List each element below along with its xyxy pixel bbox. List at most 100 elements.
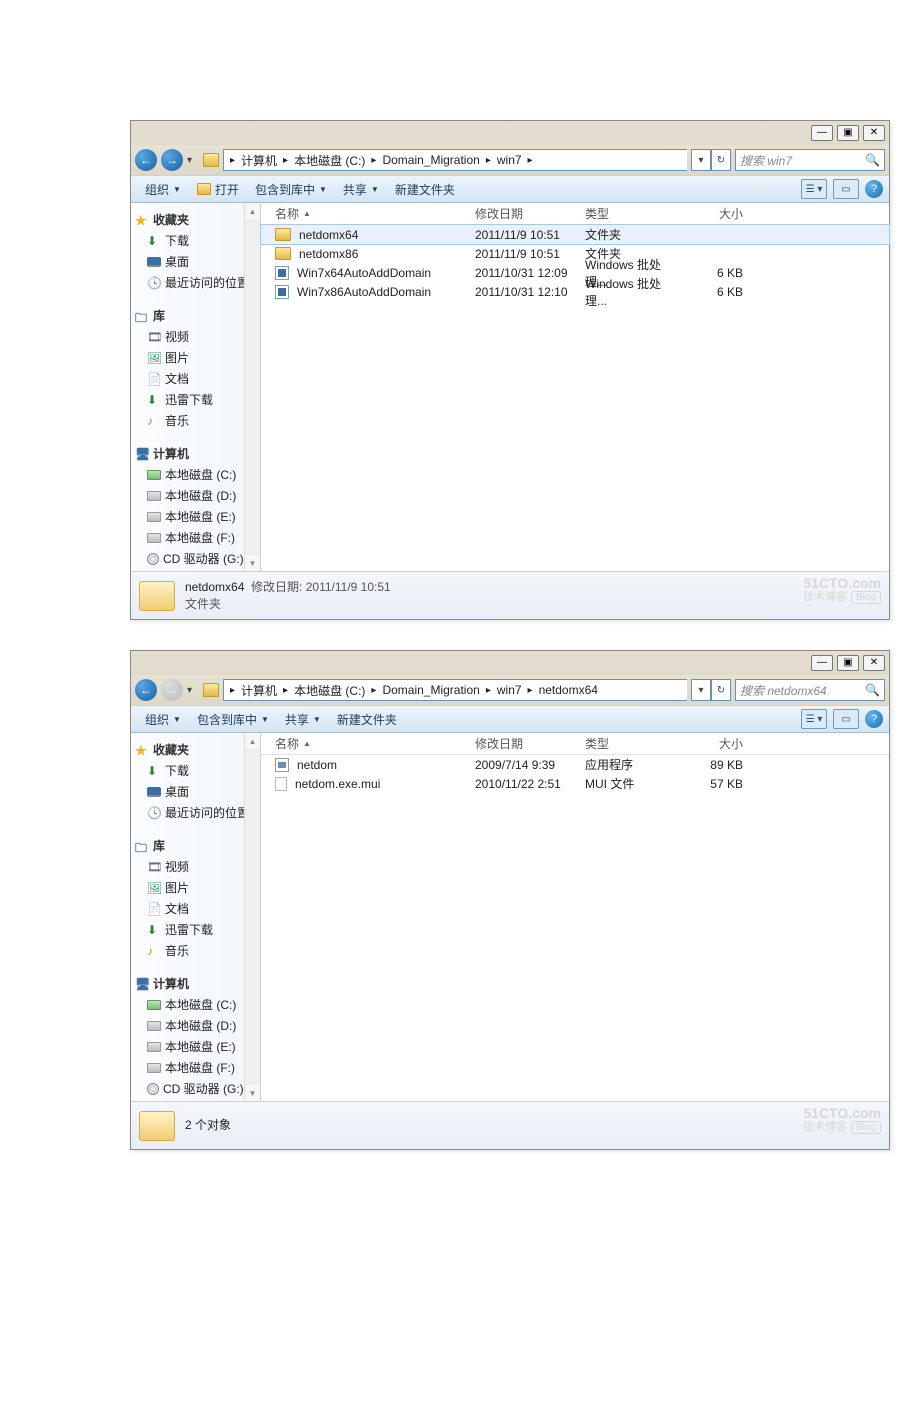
close-button[interactable]: ✕: [863, 655, 885, 671]
video-icon: 🎞: [147, 330, 161, 344]
new-folder-button[interactable]: 新建文件夹: [387, 181, 463, 198]
sidebar-item-pictures[interactable]: 🖼图片: [135, 347, 256, 368]
crumb-win7[interactable]: win7: [493, 683, 526, 697]
forward-button[interactable]: →: [161, 149, 183, 171]
sidebar-item-documents[interactable]: 📄文档: [135, 368, 256, 389]
crumb-sep-icon: ▸: [228, 685, 237, 696]
nav-scrollbar[interactable]: ▲ ▼: [244, 733, 260, 1101]
address-dropdown-button[interactable]: ▾: [691, 149, 711, 171]
sidebar-item-drive-e[interactable]: 本地磁盘 (E:): [135, 1036, 256, 1057]
column-header-size[interactable]: 大小: [683, 205, 753, 222]
sidebar-item-thunder[interactable]: ⬇迅雷下载: [135, 389, 256, 410]
sidebar-item-drive-c[interactable]: 本地磁盘 (C:): [135, 994, 256, 1015]
maximize-button[interactable]: ▣: [837, 655, 859, 671]
column-header-type[interactable]: 类型: [585, 735, 683, 752]
column-header-date[interactable]: 修改日期: [475, 205, 585, 222]
address-dropdown-button[interactable]: ▾: [691, 679, 711, 701]
crumb-computer[interactable]: 计算机: [237, 152, 281, 169]
share-menu[interactable]: 共享▼: [277, 711, 329, 728]
favorites-header[interactable]: ★收藏夹: [135, 209, 256, 230]
library-header[interactable]: 🗀库: [135, 835, 256, 856]
organize-menu[interactable]: 组织▼: [137, 181, 189, 198]
sidebar-item-downloads[interactable]: ⬇下载: [135, 230, 256, 251]
crumb-drive-c[interactable]: 本地磁盘 (C:): [290, 682, 369, 699]
sidebar-item-drive-c[interactable]: 本地磁盘 (C:): [135, 464, 256, 485]
minimize-button[interactable]: —: [811, 655, 833, 671]
sidebar-item-videos[interactable]: 🎞视频: [135, 326, 256, 347]
column-header-type[interactable]: 类型: [585, 205, 683, 222]
open-button[interactable]: 打开: [189, 181, 247, 198]
back-button[interactable]: ←: [135, 149, 157, 171]
file-row[interactable]: netdom.exe.mui 2010/11/22 2:51 MUI 文件 57…: [261, 774, 889, 793]
organize-menu[interactable]: 组织▼: [137, 711, 189, 728]
new-folder-button[interactable]: 新建文件夹: [329, 711, 405, 728]
share-menu[interactable]: 共享▼: [335, 181, 387, 198]
picture-icon: 🖼: [147, 881, 161, 895]
library-header[interactable]: 🗀库: [135, 305, 256, 326]
computer-header[interactable]: 🖥计算机: [135, 973, 256, 994]
preview-pane-button[interactable]: ▭: [833, 179, 859, 199]
include-in-library-menu[interactable]: 包含到库中▼: [189, 711, 277, 728]
breadcrumb[interactable]: ▸ 计算机 ▸ 本地磁盘 (C:) ▸ Domain_Migration ▸ w…: [223, 149, 687, 171]
sidebar-item-drive-e[interactable]: 本地磁盘 (E:): [135, 506, 256, 527]
sidebar-item-music[interactable]: ♪音乐: [135, 410, 256, 431]
sidebar-item-cd-drive-g[interactable]: CD 驱动器 (G:): [135, 1078, 256, 1099]
sidebar-item-desktop[interactable]: 桌面: [135, 781, 256, 802]
scroll-down-icon[interactable]: ▼: [245, 555, 260, 571]
crumb-domain-migration[interactable]: Domain_Migration: [378, 153, 483, 167]
sidebar-item-cd-drive-g[interactable]: CD 驱动器 (G:): [135, 548, 256, 569]
sidebar-item-music[interactable]: ♪音乐: [135, 940, 256, 961]
close-button[interactable]: ✕: [863, 125, 885, 141]
column-header-name[interactable]: 名称▲: [265, 205, 475, 222]
view-mode-button[interactable]: ☰ ▾: [801, 709, 827, 729]
view-mode-button[interactable]: ☰ ▾: [801, 179, 827, 199]
help-button[interactable]: ?: [865, 180, 883, 198]
search-input[interactable]: 搜索 win7 🔍: [735, 149, 885, 171]
file-row[interactable]: netdomx86 2011/11/9 10:51 文件夹: [261, 244, 889, 263]
sidebar-item-recent[interactable]: 🕓最近访问的位置: [135, 802, 256, 823]
sidebar-item-thunder[interactable]: ⬇迅雷下载: [135, 919, 256, 940]
back-button[interactable]: ←: [135, 679, 157, 701]
sidebar-item-drive-f[interactable]: 本地磁盘 (F:): [135, 1057, 256, 1078]
sidebar-item-documents[interactable]: 📄文档: [135, 898, 256, 919]
scroll-up-icon[interactable]: ▲: [245, 203, 260, 219]
maximize-button[interactable]: ▣: [837, 125, 859, 141]
sidebar-item-drive-d[interactable]: 本地磁盘 (D:): [135, 485, 256, 506]
scroll-down-icon[interactable]: ▼: [245, 1085, 260, 1101]
column-header-size[interactable]: 大小: [683, 735, 753, 752]
drive-icon: [147, 533, 161, 543]
sidebar-item-videos[interactable]: 🎞视频: [135, 856, 256, 877]
preview-pane-button[interactable]: ▭: [833, 709, 859, 729]
crumb-domain-migration[interactable]: Domain_Migration: [378, 683, 483, 697]
scroll-up-icon[interactable]: ▲: [245, 733, 260, 749]
crumb-win7[interactable]: win7: [493, 153, 526, 167]
file-row[interactable]: netdomx64 2011/11/9 10:51 文件夹: [261, 225, 889, 244]
column-header-date[interactable]: 修改日期: [475, 735, 585, 752]
sidebar-item-drive-d[interactable]: 本地磁盘 (D:): [135, 1015, 256, 1036]
nav-history-dropdown[interactable]: ▾: [187, 155, 199, 166]
sidebar-item-drive-f[interactable]: 本地磁盘 (F:): [135, 527, 256, 548]
nav-scrollbar[interactable]: ▲ ▼: [244, 203, 260, 571]
file-row[interactable]: Win7x86AutoAddDomain 2011/10/31 12:10 Wi…: [261, 282, 889, 301]
sidebar-item-pictures[interactable]: 🖼图片: [135, 877, 256, 898]
column-header-name[interactable]: 名称▲: [265, 735, 475, 752]
sidebar-item-recent[interactable]: 🕓最近访问的位置: [135, 272, 256, 293]
help-button[interactable]: ?: [865, 710, 883, 728]
search-input[interactable]: 搜索 netdomx64 🔍: [735, 679, 885, 701]
refresh-button[interactable]: ↻: [711, 149, 731, 171]
file-row[interactable]: netdom 2009/7/14 9:39 应用程序 89 KB: [261, 755, 889, 774]
computer-header[interactable]: 🖥计算机: [135, 443, 256, 464]
crumb-netdomx64[interactable]: netdomx64: [535, 683, 602, 697]
file-row[interactable]: Win7x64AutoAddDomain 2011/10/31 12:09 Wi…: [261, 263, 889, 282]
forward-button[interactable]: →: [161, 679, 183, 701]
crumb-drive-c[interactable]: 本地磁盘 (C:): [290, 152, 369, 169]
favorites-header[interactable]: ★收藏夹: [135, 739, 256, 760]
include-in-library-menu[interactable]: 包含到库中▼: [247, 181, 335, 198]
minimize-button[interactable]: —: [811, 125, 833, 141]
refresh-button[interactable]: ↻: [711, 679, 731, 701]
sidebar-item-desktop[interactable]: 桌面: [135, 251, 256, 272]
crumb-computer[interactable]: 计算机: [237, 682, 281, 699]
nav-history-dropdown[interactable]: ▾: [187, 685, 199, 696]
breadcrumb[interactable]: ▸ 计算机 ▸ 本地磁盘 (C:) ▸ Domain_Migration ▸ w…: [223, 679, 687, 701]
sidebar-item-downloads[interactable]: ⬇下载: [135, 760, 256, 781]
